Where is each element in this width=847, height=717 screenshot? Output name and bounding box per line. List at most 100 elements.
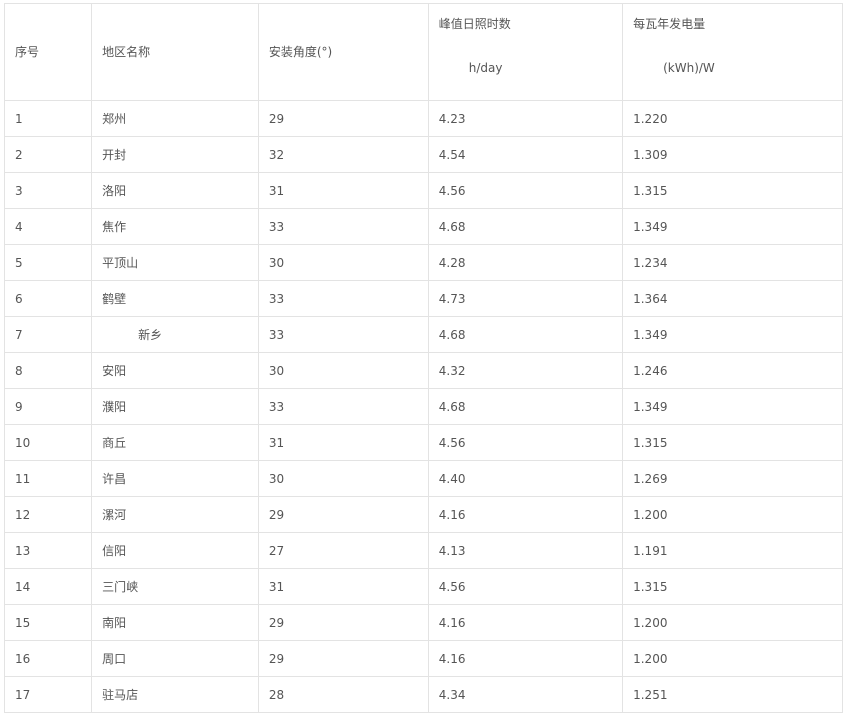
table-row: 4 焦作 33 4.68 1.349 [3, 208, 843, 245]
cell-annual-energy-text: 1.200 [633, 615, 668, 630]
cell-region-name-text: 新乡 [138, 327, 163, 342]
cell-annual-energy: 1.315 [622, 424, 843, 461]
cell-no: 15 [3, 604, 93, 641]
cell-annual-energy: 1.315 [622, 172, 843, 209]
cell-annual-energy-text: 1.234 [633, 255, 668, 270]
cell-no: 5 [3, 244, 93, 281]
cell-annual-energy: 1.246 [622, 352, 843, 389]
cell-annual-energy-text: 1.200 [633, 507, 668, 522]
cell-no-text: 5 [15, 255, 23, 270]
cell-annual-energy: 1.220 [622, 100, 843, 137]
cell-annual-energy-text: 1.309 [633, 147, 668, 162]
cell-install-angle: 33 [257, 280, 429, 317]
table-row: 2 开封 32 4.54 1.309 [3, 136, 843, 173]
cell-peak-sun-hours: 4.28 [427, 244, 624, 281]
cell-no-text: 14 [15, 579, 31, 594]
cell-install-angle-text: 30 [268, 255, 285, 270]
cell-annual-energy: 1.315 [622, 568, 843, 605]
cell-install-angle-text: 33 [268, 327, 285, 342]
cell-no: 16 [3, 640, 93, 677]
cell-peak-sun-hours: 4.34 [427, 676, 624, 713]
cell-install-angle-text: 30 [268, 471, 285, 486]
cell-install-angle: 29 [257, 640, 429, 677]
cell-install-angle: 27 [257, 532, 429, 569]
cell-peak-sun-hours: 4.56 [427, 568, 624, 605]
cell-peak-sun-hours-text: 4.23 [438, 111, 466, 126]
cell-no-text: 16 [15, 651, 31, 666]
header-hours-title: 峰值日照时数 [438, 17, 511, 31]
cell-region-name: 平顶山 [91, 244, 259, 281]
cell-no: 14 [3, 568, 93, 605]
cell-annual-energy: 1.349 [622, 388, 843, 425]
cell-install-angle: 31 [257, 424, 429, 461]
cell-install-angle-text: 31 [268, 183, 285, 198]
cell-region-name: 濮阳 [91, 388, 259, 425]
cell-install-angle: 30 [257, 460, 429, 497]
cell-peak-sun-hours-text: 4.56 [438, 435, 466, 450]
cell-peak-sun-hours: 4.68 [427, 316, 624, 353]
header-cell-hours: 峰值日照时数 h/day [427, 3, 624, 101]
cell-region-name-text: 平顶山 [102, 255, 139, 270]
cell-peak-sun-hours: 4.16 [427, 496, 624, 533]
cell-peak-sun-hours: 4.68 [427, 388, 624, 425]
cell-annual-energy-text: 1.269 [633, 471, 668, 486]
cell-no-text: 17 [15, 687, 31, 702]
cell-region-name: 许昌 [91, 460, 259, 497]
table-row: 10 商丘 31 4.56 1.315 [3, 424, 843, 461]
cell-peak-sun-hours-text: 4.73 [438, 291, 466, 306]
cell-install-angle: 30 [257, 244, 429, 281]
cell-peak-sun-hours-text: 4.40 [438, 471, 466, 486]
cell-annual-energy-text: 1.349 [633, 219, 668, 234]
cell-no: 13 [3, 532, 93, 569]
cell-no: 11 [3, 460, 93, 497]
cell-region-name: 周口 [91, 640, 259, 677]
cell-region-name: 郑州 [91, 100, 259, 137]
cell-annual-energy-text: 1.315 [633, 579, 668, 594]
cell-region-name-text: 信阳 [102, 543, 127, 558]
cell-install-angle-text: 32 [268, 147, 285, 162]
cell-annual-energy: 1.191 [622, 532, 843, 569]
cell-install-angle-text: 33 [268, 399, 285, 414]
cell-install-angle-text: 29 [268, 615, 285, 630]
table-row: 17 驻马店 28 4.34 1.251 [3, 676, 843, 713]
cell-region-name: 信阳 [91, 532, 259, 569]
table-row: 3 洛阳 31 4.56 1.315 [3, 172, 843, 209]
cell-no-text: 4 [15, 219, 23, 234]
cell-install-angle-text: 29 [268, 111, 285, 126]
cell-annual-energy: 1.200 [622, 496, 843, 533]
cell-peak-sun-hours-text: 4.16 [438, 507, 466, 522]
cell-region-name-text: 洛阳 [102, 183, 127, 198]
cell-no: 8 [3, 352, 93, 389]
cell-install-angle: 30 [257, 352, 429, 389]
cell-peak-sun-hours-text: 4.32 [438, 363, 466, 378]
cell-peak-sun-hours: 4.56 [427, 172, 624, 209]
cell-region-name-text: 商丘 [102, 435, 127, 450]
cell-region-name: 安阳 [91, 352, 259, 389]
table-row: 12 漯河 29 4.16 1.200 [3, 496, 843, 533]
table-row: 14 三门峡 31 4.56 1.315 [3, 568, 843, 605]
cell-annual-energy: 1.364 [622, 280, 843, 317]
cell-region-name: 驻马店 [91, 676, 259, 713]
cell-peak-sun-hours: 4.16 [427, 640, 624, 677]
cell-annual-energy-text: 1.200 [633, 651, 668, 666]
cell-region-name: 洛阳 [91, 172, 259, 209]
cell-peak-sun-hours-text: 4.16 [438, 615, 466, 630]
cell-annual-energy-text: 1.251 [633, 687, 668, 702]
cell-peak-sun-hours: 4.16 [427, 604, 624, 641]
cell-peak-sun-hours-text: 4.68 [438, 219, 466, 234]
cell-install-angle-text: 27 [268, 543, 285, 558]
cell-peak-sun-hours: 4.13 [427, 532, 624, 569]
cell-peak-sun-hours: 4.56 [427, 424, 624, 461]
cell-annual-energy: 1.349 [622, 208, 843, 245]
header-no: 序号 [15, 45, 40, 59]
table-row: 5 平顶山 30 4.28 1.234 [3, 244, 843, 281]
cell-region-name: 鹤壁 [91, 280, 259, 317]
cell-no-text: 7 [15, 327, 23, 342]
cell-peak-sun-hours-text: 4.68 [438, 399, 466, 414]
cell-annual-energy: 1.251 [622, 676, 843, 713]
cell-annual-energy: 1.234 [622, 244, 843, 281]
table-body: 序号 地区名称 安装角度(°) 峰值日照时数 h/day 每瓦年发电量 (kWh… [3, 3, 843, 713]
header-energy-unit: (kWh)/W [663, 61, 715, 75]
cell-no-text: 15 [15, 615, 31, 630]
cell-region-name: 开封 [91, 136, 259, 173]
